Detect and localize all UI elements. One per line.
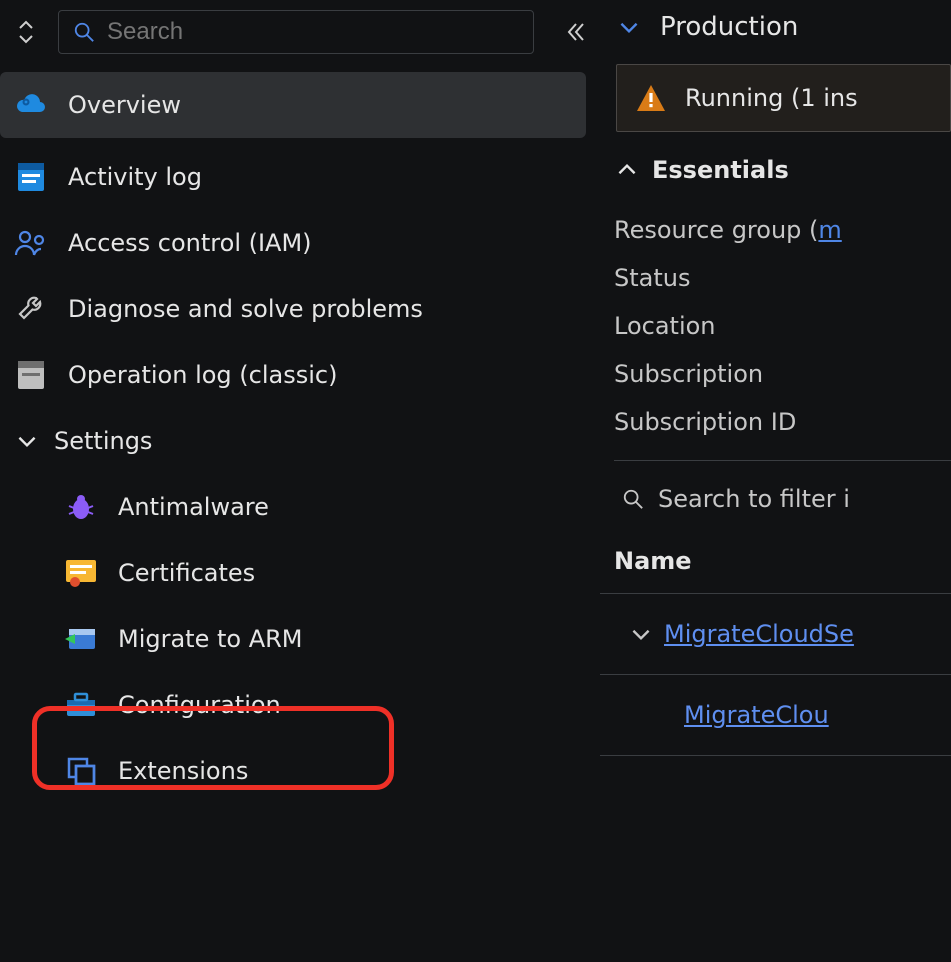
settings-extensions-label: Extensions <box>118 757 248 785</box>
deployment-slot-name: Production <box>660 12 798 42</box>
nav-operation-log[interactable]: Operation log (classic) <box>0 342 600 408</box>
settings-certificates-label: Certificates <box>118 559 255 587</box>
nav-overview[interactable]: Overview <box>0 72 586 138</box>
deployment-slot-header[interactable]: Production <box>600 8 951 64</box>
sidebar-search-input[interactable] <box>107 18 519 46</box>
settings-migrate-to-arm[interactable]: Migrate to ARM <box>0 606 600 672</box>
sidebar-search-box[interactable] <box>58 10 534 54</box>
nav-access-control-label: Access control (IAM) <box>68 229 312 257</box>
reorder-handle[interactable] <box>4 12 48 52</box>
nav-activity-log-label: Activity log <box>68 163 202 191</box>
collapse-sidebar-icon[interactable] <box>556 20 596 44</box>
nav-activity-log[interactable]: Activity log <box>0 144 600 210</box>
certificate-icon <box>62 554 100 592</box>
settings-antimalware[interactable]: Antimalware <box>0 474 600 540</box>
chevron-down-icon <box>616 14 642 40</box>
settings-extensions[interactable]: Extensions <box>0 738 600 804</box>
table-row[interactable]: MigrateClou <box>600 675 951 756</box>
search-icon <box>73 21 95 43</box>
people-icon <box>12 224 50 262</box>
row-link[interactable]: MigrateCloudSe <box>664 620 854 648</box>
migrate-icon <box>62 620 100 658</box>
settings-configuration-label: Configuration <box>118 691 281 719</box>
settings-section-header[interactable]: Settings <box>0 408 600 474</box>
nav-overview-label: Overview <box>68 91 181 119</box>
settings-antimalware-label: Antimalware <box>118 493 269 521</box>
essentials-label: Essentials <box>652 156 789 184</box>
chevron-down-icon <box>14 428 40 454</box>
prop-resource-group: Resource group (m <box>600 196 951 244</box>
warning-icon <box>635 83 667 113</box>
divider <box>614 460 951 461</box>
activity-log-icon <box>12 158 50 196</box>
nav-operation-log-label: Operation log (classic) <box>68 361 337 389</box>
bug-icon <box>62 488 100 526</box>
filter-placeholder: Search to filter i <box>658 485 850 513</box>
settings-migrate-label: Migrate to ARM <box>118 625 303 653</box>
search-icon <box>622 488 644 510</box>
prop-status: Status <box>600 244 951 292</box>
extensions-icon <box>62 752 100 790</box>
operation-log-icon <box>12 356 50 394</box>
settings-configuration[interactable]: Configuration <box>0 672 600 738</box>
cloud-gear-icon <box>12 86 50 124</box>
nav-access-control[interactable]: Access control (IAM) <box>0 210 600 276</box>
column-header-name[interactable]: Name <box>600 523 951 594</box>
essentials-toggle[interactable]: Essentials <box>600 132 951 196</box>
row-link[interactable]: MigrateClou <box>684 701 829 729</box>
table-row[interactable]: MigrateCloudSe <box>600 594 951 675</box>
settings-header-label: Settings <box>54 427 152 455</box>
status-banner-text: Running (1 ins <box>685 84 858 112</box>
nav-diagnose-label: Diagnose and solve problems <box>68 295 423 323</box>
prop-subscription: Subscription <box>600 340 951 388</box>
settings-certificates[interactable]: Certificates <box>0 540 600 606</box>
prop-location: Location <box>600 292 951 340</box>
nav-diagnose[interactable]: Diagnose and solve problems <box>0 276 600 342</box>
prop-subscription-id: Subscription ID <box>600 388 951 436</box>
filter-items[interactable]: Search to filter i <box>614 475 951 523</box>
status-banner: Running (1 ins <box>616 64 951 132</box>
wrench-icon <box>12 290 50 328</box>
chevron-down-icon <box>628 621 654 647</box>
resource-group-link[interactable]: m <box>818 216 841 244</box>
chevron-up-icon <box>614 157 640 183</box>
toolbox-icon <box>62 686 100 724</box>
